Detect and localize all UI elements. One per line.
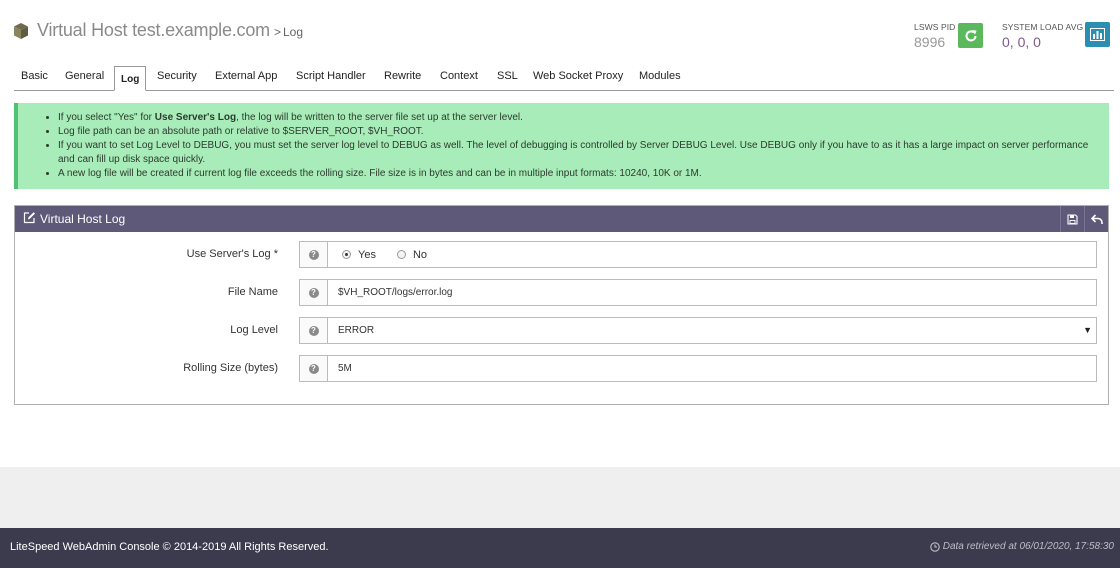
tab-web-socket-proxy[interactable]: Web Socket Proxy	[533, 70, 623, 82]
tab-general[interactable]: General	[65, 70, 104, 82]
save-icon	[1067, 213, 1078, 225]
tab-rewrite[interactable]: Rewrite	[384, 70, 421, 82]
data-retrieved: Data retrieved at 06/01/2020, 17:58:30	[930, 541, 1114, 552]
page-header: Virtual Host test.example.com > Log LSWS …	[0, 0, 1120, 64]
help-button[interactable]: ?	[299, 279, 328, 306]
vhost-title: Virtual Host test.example.com	[37, 20, 270, 40]
edit-icon	[23, 211, 36, 227]
help-button[interactable]: ?	[299, 317, 328, 344]
save-button[interactable]	[1060, 206, 1084, 232]
file-name-row: File Name ? $VH_ROOT/logs/error.log	[15, 279, 1108, 306]
page-background	[0, 467, 1120, 528]
bar-chart-icon	[1090, 28, 1105, 41]
alert-item: If you want to set Log Level to DEBUG, y…	[58, 139, 1095, 167]
question-icon: ?	[308, 249, 319, 260]
alert-item: Log file path can be an absolute path or…	[58, 125, 1095, 139]
back-icon	[1090, 213, 1103, 224]
info-alert: If you select "Yes" for Use Server's Log…	[14, 103, 1109, 189]
virtual-host-log-panel: Virtual Host Log Use Server's Log * ? Ye…	[14, 205, 1109, 405]
alert-item: A new log file will be created if curren…	[58, 167, 1095, 181]
footer: LiteSpeed WebAdmin Console © 2014-2019 A…	[0, 528, 1120, 568]
breadcrumb: > Log	[273, 25, 304, 39]
radio-dot	[396, 250, 406, 259]
tab-security[interactable]: Security	[157, 70, 197, 82]
help-button[interactable]: ?	[299, 355, 328, 382]
cube-icon	[12, 22, 30, 40]
clock-icon	[930, 541, 940, 552]
tab-ssl[interactable]: SSL	[497, 70, 518, 82]
page-title: Virtual Host test.example.com > Log	[12, 20, 303, 41]
use-server-log-radios: Yes No	[327, 241, 1097, 268]
tab-external-app[interactable]: External App	[215, 70, 277, 82]
tab-basic[interactable]: Basic	[21, 70, 48, 82]
radio-no[interactable]: No	[393, 249, 427, 261]
copyright-text: LiteSpeed WebAdmin Console © 2014-2019 A…	[10, 541, 329, 553]
panel-title: Virtual Host Log	[40, 212, 126, 226]
tab-bar: Basic General Log Security External App …	[14, 66, 1114, 91]
radio-yes[interactable]: Yes	[338, 249, 376, 261]
tab-log[interactable]: Log	[114, 66, 147, 91]
rolling-size-row: Rolling Size (bytes) ? 5M	[15, 355, 1108, 382]
lsws-pid: LSWS PID 8996	[914, 22, 956, 50]
chart-button[interactable]	[1085, 22, 1110, 47]
rolling-size-input[interactable]: 5M	[327, 355, 1097, 382]
tab-script-handler[interactable]: Script Handler	[296, 70, 366, 82]
radio-dot	[342, 250, 351, 259]
question-icon: ?	[308, 287, 319, 298]
tab-modules[interactable]: Modules	[639, 70, 681, 82]
alert-item: If you select "Yes" for Use Server's Log…	[58, 111, 1095, 125]
tab-context[interactable]: Context	[440, 70, 478, 82]
caret-down-icon: ▼	[1083, 325, 1092, 335]
refresh-icon	[965, 29, 977, 41]
question-icon: ?	[308, 325, 319, 336]
log-level-row: Log Level ? ERROR ▼	[15, 317, 1108, 344]
panel-header: Virtual Host Log	[15, 206, 1108, 232]
file-name-input[interactable]: $VH_ROOT/logs/error.log	[327, 279, 1097, 306]
system-load-avg: SYSTEM LOAD AVG 0, 0, 0	[1002, 22, 1084, 50]
use-server-log-row: Use Server's Log * ? Yes No	[15, 241, 1108, 268]
question-icon: ?	[308, 363, 319, 374]
help-button[interactable]: ?	[299, 241, 328, 268]
log-level-select[interactable]: ERROR ▼	[327, 317, 1097, 344]
refresh-button[interactable]	[958, 23, 983, 48]
back-button[interactable]	[1084, 206, 1108, 232]
